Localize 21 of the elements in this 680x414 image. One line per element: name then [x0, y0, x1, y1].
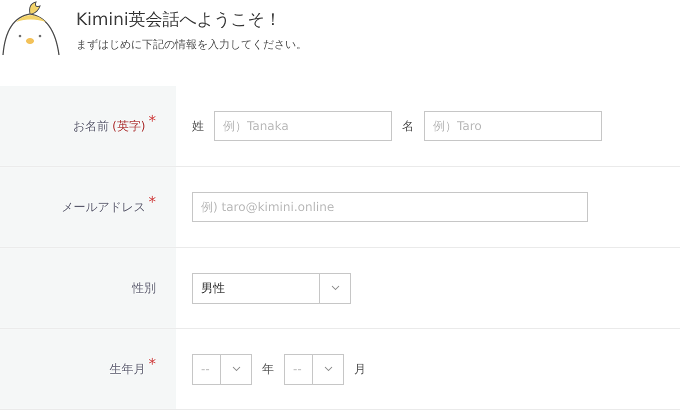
field-label: 生年月	[110, 360, 146, 378]
name-input-field[interactable]: 例）Tanaka	[214, 111, 392, 141]
unit-label: 年	[262, 360, 274, 378]
name-input-field[interactable]: 例）Taro	[424, 111, 602, 141]
instruction-text: まずはじめに下記の情報を入力してください。	[76, 37, 307, 52]
date-select[interactable]: --	[192, 354, 252, 384]
email-input-field[interactable]: 例) taro@kimini.online	[192, 192, 588, 222]
field-label: メールアドレス	[62, 198, 146, 216]
required-mark: *	[148, 193, 156, 211]
unit-label: 月	[354, 360, 366, 378]
label-note: (英字)	[112, 118, 146, 134]
date-select[interactable]: --	[284, 354, 344, 384]
gender-select[interactable]: 男性	[192, 272, 351, 304]
required-mark: *	[148, 355, 156, 373]
field-prefix: 姓	[192, 118, 204, 134]
welcome-title: Kimini英会話へようこそ！	[76, 9, 283, 31]
field-label: お名前	[73, 118, 110, 134]
field-label: 性別	[132, 280, 156, 296]
required-mark: *	[148, 112, 156, 130]
chick-mascot-icon	[0, 0, 62, 56]
field-prefix: 名	[402, 118, 414, 134]
